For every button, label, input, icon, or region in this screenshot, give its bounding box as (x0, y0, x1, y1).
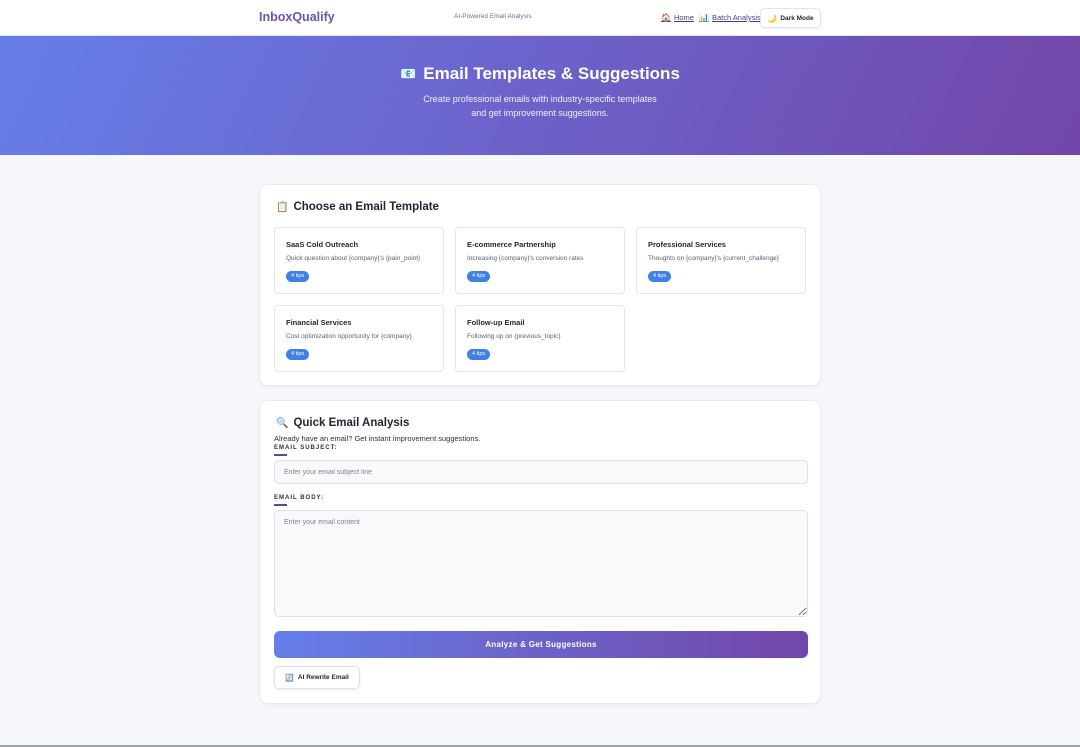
template-subject: Thoughts on {company}'s {current_challen… (648, 255, 779, 262)
template-card-followup[interactable]: Follow-up Email Following up on {previou… (455, 305, 625, 372)
ai-rewrite-button[interactable]: 🔄 AI Rewrite Email (274, 666, 360, 689)
page-subtitle-line1: Create professional emails with industry… (423, 94, 657, 104)
template-name: Professional Services (648, 240, 726, 249)
home-icon: 🏠 (661, 13, 671, 22)
analysis-heading: 🔍 Quick Email Analysis (276, 417, 409, 429)
page-title: 📧 Email Templates & Suggestions (0, 64, 1080, 84)
ai-rewrite-label: AI Rewrite Email (297, 674, 349, 681)
template-subject: Quick question about {company}'s {pain_p… (286, 255, 421, 262)
hero-banner: 📧 Email Templates & Suggestions Create p… (0, 36, 1080, 155)
tips-badge: 4 tips (286, 349, 310, 360)
magnifier-icon: 🔍 (276, 417, 289, 429)
analyze-button[interactable]: Analyze & Get Suggestions (274, 631, 808, 658)
nav-link-batch-label: Batch Analysis (711, 13, 761, 22)
template-name: E-commerce Partnership (467, 240, 556, 249)
template-subject: Increasing {company}'s conversion rates (467, 255, 584, 262)
moon-icon: 🌙 (767, 13, 778, 23)
top-navbar: InboxQualify AI-Powered Email Analysis 🏠… (0, 0, 1080, 36)
email-subject-input[interactable] (274, 460, 808, 484)
email-icon: 📧 (400, 66, 417, 82)
templates-card: 📋 Choose an Email Template SaaS Cold Out… (259, 184, 821, 386)
clipboard-icon: 📋 (276, 201, 289, 213)
analysis-intro: Already have an email? Get instant impro… (274, 434, 481, 443)
templates-heading: 📋 Choose an Email Template (276, 201, 439, 213)
templates-heading-text: Choose an Email Template (293, 201, 439, 213)
tips-badge: 4 tips (286, 271, 310, 282)
body-label: EMAIL BODY: (274, 495, 325, 501)
tips-badge: 4 tips (467, 271, 491, 282)
template-card-saas[interactable]: SaaS Cold Outreach Quick question about … (274, 227, 444, 294)
template-name: Follow-up Email (467, 318, 525, 327)
refresh-icon: 🔄 (285, 673, 294, 682)
nav-links: 🏠 Home 📊 Batch Analysis (661, 13, 761, 22)
page-subtitle-line2: and get improvement suggestions. (471, 108, 609, 118)
analysis-card: 🔍 Quick Email Analysis Already have an e… (259, 400, 821, 704)
subject-label-underline (274, 454, 287, 456)
analysis-heading-text: Quick Email Analysis (293, 417, 410, 429)
dark-mode-button[interactable]: 🌙 Dark Mode (760, 8, 821, 28)
dark-mode-label: Dark Mode (780, 14, 814, 22)
page-subtitle: Create professional emails with industry… (0, 92, 1080, 120)
template-name: SaaS Cold Outreach (286, 240, 359, 249)
brand-tagline: AI-Powered Email Analysis (454, 13, 532, 20)
nav-link-home[interactable]: 🏠 Home (661, 13, 694, 22)
template-subject: Cost optimization opportunity for {compa… (286, 333, 412, 340)
email-body-input[interactable] (274, 510, 808, 617)
page-title-text: Email Templates & Suggestions (423, 64, 680, 83)
tips-badge: 4 tips (648, 271, 672, 282)
template-card-financial[interactable]: Financial Services Cost optimization opp… (274, 305, 444, 372)
brand-logo[interactable]: InboxQualify (259, 10, 335, 24)
nav-link-batch-analysis[interactable]: 📊 Batch Analysis (699, 13, 761, 22)
tips-badge: 4 tips (467, 349, 491, 360)
subject-label: EMAIL SUBJECT: (274, 445, 338, 451)
template-name: Financial Services (286, 318, 352, 327)
template-card-professional[interactable]: Professional Services Thoughts on {compa… (636, 227, 806, 294)
nav-link-home-label: Home (673, 13, 694, 22)
body-label-underline (274, 504, 287, 506)
template-card-ecommerce[interactable]: E-commerce Partnership Increasing {compa… (455, 227, 625, 294)
bar-chart-icon: 📊 (698, 13, 709, 22)
template-subject: Following up on {previous_topic} (467, 333, 561, 340)
